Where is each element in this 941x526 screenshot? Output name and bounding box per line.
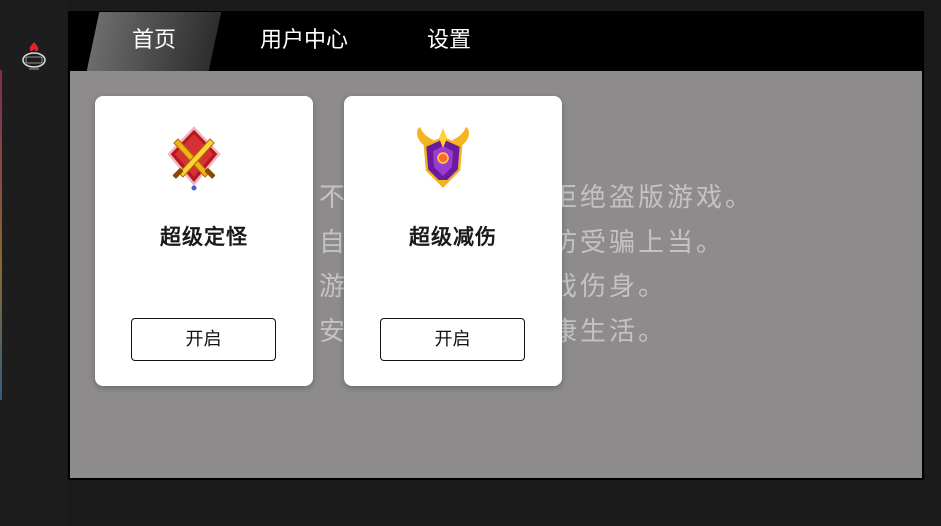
- left-rail: [0, 0, 66, 526]
- tab-home[interactable]: 首页: [93, 12, 215, 71]
- feature-card-freeze: 超级定怪 开启: [95, 96, 313, 386]
- tab-bar: 首页 用户中心 设置: [69, 12, 923, 71]
- tab-home-label: 首页: [131, 28, 176, 53]
- crossed-swords-icon: [167, 126, 221, 191]
- app-logo-icon: [22, 42, 46, 70]
- feature-card-damage-reduction: 超级减伤 开启: [344, 96, 562, 386]
- enable-damage-reduction-button[interactable]: 开启: [380, 318, 525, 361]
- enable-freeze-button[interactable]: 开启: [131, 318, 276, 361]
- main-window: 首页 用户中心 设置 不抵制不良游戏，拒绝盗版游戏。 自我保护意识，谨防受骗上当…: [68, 11, 924, 480]
- tab-settings-label: 设置: [426, 28, 471, 53]
- tab-user-center-label: 用户中心: [259, 28, 348, 53]
- home-content: 不抵制不良游戏，拒绝盗版游戏。 自我保护意识，谨防受骗上当。 游戏益脑，沉迷游戏…: [70, 71, 922, 478]
- winged-shield-icon: [417, 127, 469, 188]
- tab-user-center[interactable]: 用户中心: [239, 12, 369, 71]
- tab-settings[interactable]: 设置: [399, 12, 499, 71]
- rail-accent: [0, 70, 2, 400]
- card-title: 超级定怪: [160, 225, 248, 249]
- app-frame: 首页 用户中心 设置 不抵制不良游戏，拒绝盗版游戏。 自我保护意识，谨防受骗上当…: [0, 0, 941, 526]
- card-title: 超级减伤: [409, 225, 497, 249]
